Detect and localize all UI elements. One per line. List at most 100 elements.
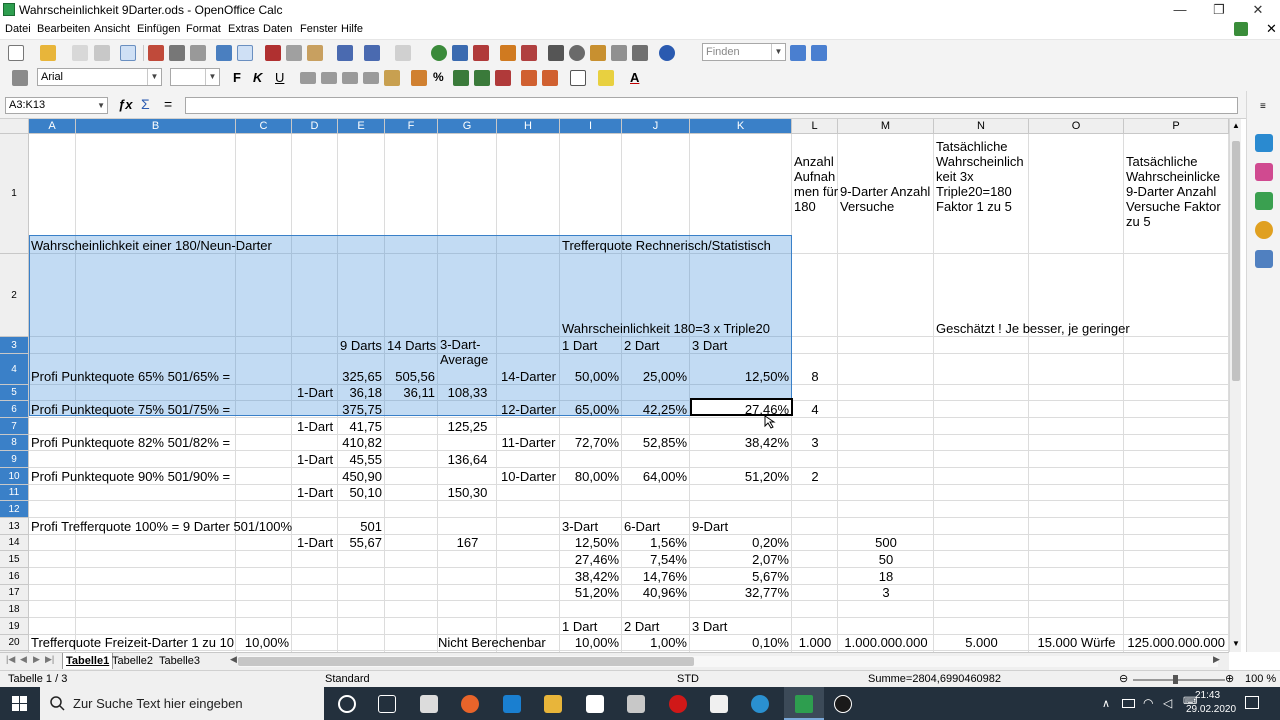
cell-h8[interactable]: 11-Darter: [497, 435, 560, 450]
sum-icon[interactable]: Σ: [141, 96, 150, 112]
scroll-up-icon[interactable]: ▲: [1232, 121, 1240, 130]
cell-p1[interactable]: Tatsächliche Wahrscheinlicke 9-Darter An…: [1126, 154, 1229, 229]
format-paintbrush-icon[interactable]: [337, 45, 353, 61]
cell-g20[interactable]: Nicht Berechenbar: [438, 635, 546, 650]
cell-j3[interactable]: 2 Dart: [624, 338, 659, 353]
column-header-l[interactable]: L: [792, 119, 838, 134]
document-icon[interactable]: [710, 695, 728, 713]
zoom-slider[interactable]: [1133, 679, 1225, 681]
cell-i20[interactable]: 10,00%: [560, 635, 619, 650]
cell-k3[interactable]: 3 Dart: [692, 338, 727, 353]
name-box[interactable]: A3:K13 ▼: [5, 97, 108, 114]
row-header-4[interactable]: 4: [0, 354, 29, 385]
cell-j16[interactable]: 14,76%: [622, 569, 687, 584]
function-wizard-icon[interactable]: ƒx: [118, 97, 132, 112]
opera-icon[interactable]: [669, 695, 687, 713]
cell-l10[interactable]: 2: [792, 469, 838, 484]
italic-icon[interactable]: K: [253, 70, 262, 85]
cell-g3[interactable]: 3-Dart-Average: [440, 337, 499, 367]
cell-j17[interactable]: 40,96%: [622, 585, 687, 600]
pdf-export-icon[interactable]: [148, 45, 164, 61]
print-preview-icon[interactable]: [190, 45, 206, 61]
row-header-18[interactable]: 18: [0, 601, 29, 618]
row-header-17[interactable]: 17: [0, 585, 29, 601]
cell-j4[interactable]: 25,00%: [622, 369, 687, 384]
scroll-left-icon[interactable]: ◀: [230, 654, 237, 665]
find-previous-icon[interactable]: [811, 45, 827, 61]
cell-g14[interactable]: 167: [438, 535, 497, 550]
cell-a20[interactable]: Trefferquote Freizeit-Darter 1 zu 10: [31, 635, 234, 650]
borders-icon[interactable]: [570, 70, 586, 86]
row-header-2[interactable]: 2: [0, 254, 29, 337]
row-header-12[interactable]: 12: [0, 501, 29, 518]
status-page-style[interactable]: Standard: [325, 673, 370, 685]
save-icon[interactable]: [72, 45, 88, 61]
cell-p20[interactable]: 125.000.000.000: [1124, 635, 1225, 650]
cell-e13[interactable]: 501: [338, 519, 382, 534]
cell-h6[interactable]: 12-Darter: [497, 402, 560, 417]
cell-n20[interactable]: 5.000: [934, 635, 1029, 650]
cell-k17[interactable]: 32,77%: [690, 585, 789, 600]
font-size-select[interactable]: ▼: [170, 68, 220, 86]
taskbar-date[interactable]: 29.02.2020: [1186, 704, 1236, 715]
cell-l20[interactable]: 1.000: [792, 635, 838, 650]
column-header-g[interactable]: G: [438, 119, 497, 134]
email-icon[interactable]: [94, 45, 110, 61]
column-header-e[interactable]: E: [338, 119, 385, 134]
menu-bearbeiten[interactable]: Bearbeiten: [37, 23, 90, 35]
previous-sheet-icon[interactable]: ◀: [20, 654, 27, 665]
cell-e11[interactable]: 50,10: [338, 485, 382, 500]
cell-a10[interactable]: Profi Punktequote 90% 501/90% =: [31, 469, 230, 484]
cell-m15[interactable]: 50: [838, 552, 934, 567]
chevron-down-icon[interactable]: ▼: [205, 69, 219, 85]
cortana-icon[interactable]: [338, 695, 356, 713]
horizontal-scroll-thumb[interactable]: [238, 657, 694, 666]
menu-fenster[interactable]: Fenster: [300, 23, 337, 35]
cell-f3[interactable]: 14 Darts: [387, 338, 436, 353]
column-header-k[interactable]: K: [690, 119, 792, 134]
cell-i1[interactable]: Trefferquote Rechnerisch/Statistisch: [562, 238, 771, 253]
cell-i10[interactable]: 80,00%: [560, 469, 619, 484]
cell-e10[interactable]: 450,90: [338, 469, 382, 484]
cell-h10[interactable]: 10-Darter: [497, 469, 560, 484]
tray-chevron-icon[interactable]: ∧: [1102, 697, 1110, 710]
notification-center-icon[interactable]: [1245, 696, 1259, 709]
paste-icon[interactable]: [307, 45, 323, 61]
column-header-n[interactable]: N: [934, 119, 1029, 134]
wifi-icon[interactable]: ◠: [1143, 696, 1153, 710]
select-all-corner[interactable]: [0, 119, 29, 134]
cell-m14[interactable]: 500: [838, 535, 934, 550]
volume-icon[interactable]: ◁: [1163, 696, 1172, 710]
obs-icon[interactable]: [834, 695, 852, 713]
cell-h4[interactable]: 14-Darter: [497, 369, 560, 384]
font-color-icon[interactable]: A: [630, 70, 639, 85]
cell-i17[interactable]: 51,20%: [560, 585, 619, 600]
windows-start-icon[interactable]: [12, 696, 27, 711]
first-sheet-icon[interactable]: |◀: [6, 654, 15, 665]
currency-icon[interactable]: [411, 70, 427, 86]
column-header-c[interactable]: C: [236, 119, 292, 134]
column-header-f[interactable]: F: [385, 119, 438, 134]
cell-g5[interactable]: 108,33: [438, 385, 497, 400]
edge-icon[interactable]: [503, 695, 521, 713]
column-header-i[interactable]: I: [560, 119, 622, 134]
add-decimal-icon[interactable]: [474, 70, 490, 86]
percent-icon[interactable]: %: [433, 70, 444, 84]
row-header-1[interactable]: 1: [0, 134, 29, 254]
column-header-j[interactable]: J: [622, 119, 690, 134]
formula-icon[interactable]: =: [164, 96, 172, 112]
cell-i4[interactable]: 50,00%: [560, 369, 619, 384]
increase-indent-icon[interactable]: [542, 70, 558, 86]
cell-e3[interactable]: 9 Darts: [340, 338, 382, 353]
row-header-11[interactable]: 11: [0, 485, 29, 501]
decrease-indent-icon[interactable]: [521, 70, 537, 86]
task-view-icon[interactable]: [378, 695, 396, 713]
draw-functions-icon[interactable]: [521, 45, 537, 61]
cell-e4[interactable]: 325,65: [338, 369, 382, 384]
cell-k19[interactable]: 3 Dart: [692, 619, 727, 634]
cell-k16[interactable]: 5,67%: [690, 569, 789, 584]
row-header-9[interactable]: 9: [0, 451, 29, 468]
cell-k20[interactable]: 0,10%: [690, 635, 789, 650]
cell-k4[interactable]: 12,50%: [690, 369, 789, 384]
cell-i6[interactable]: 65,00%: [560, 402, 619, 417]
